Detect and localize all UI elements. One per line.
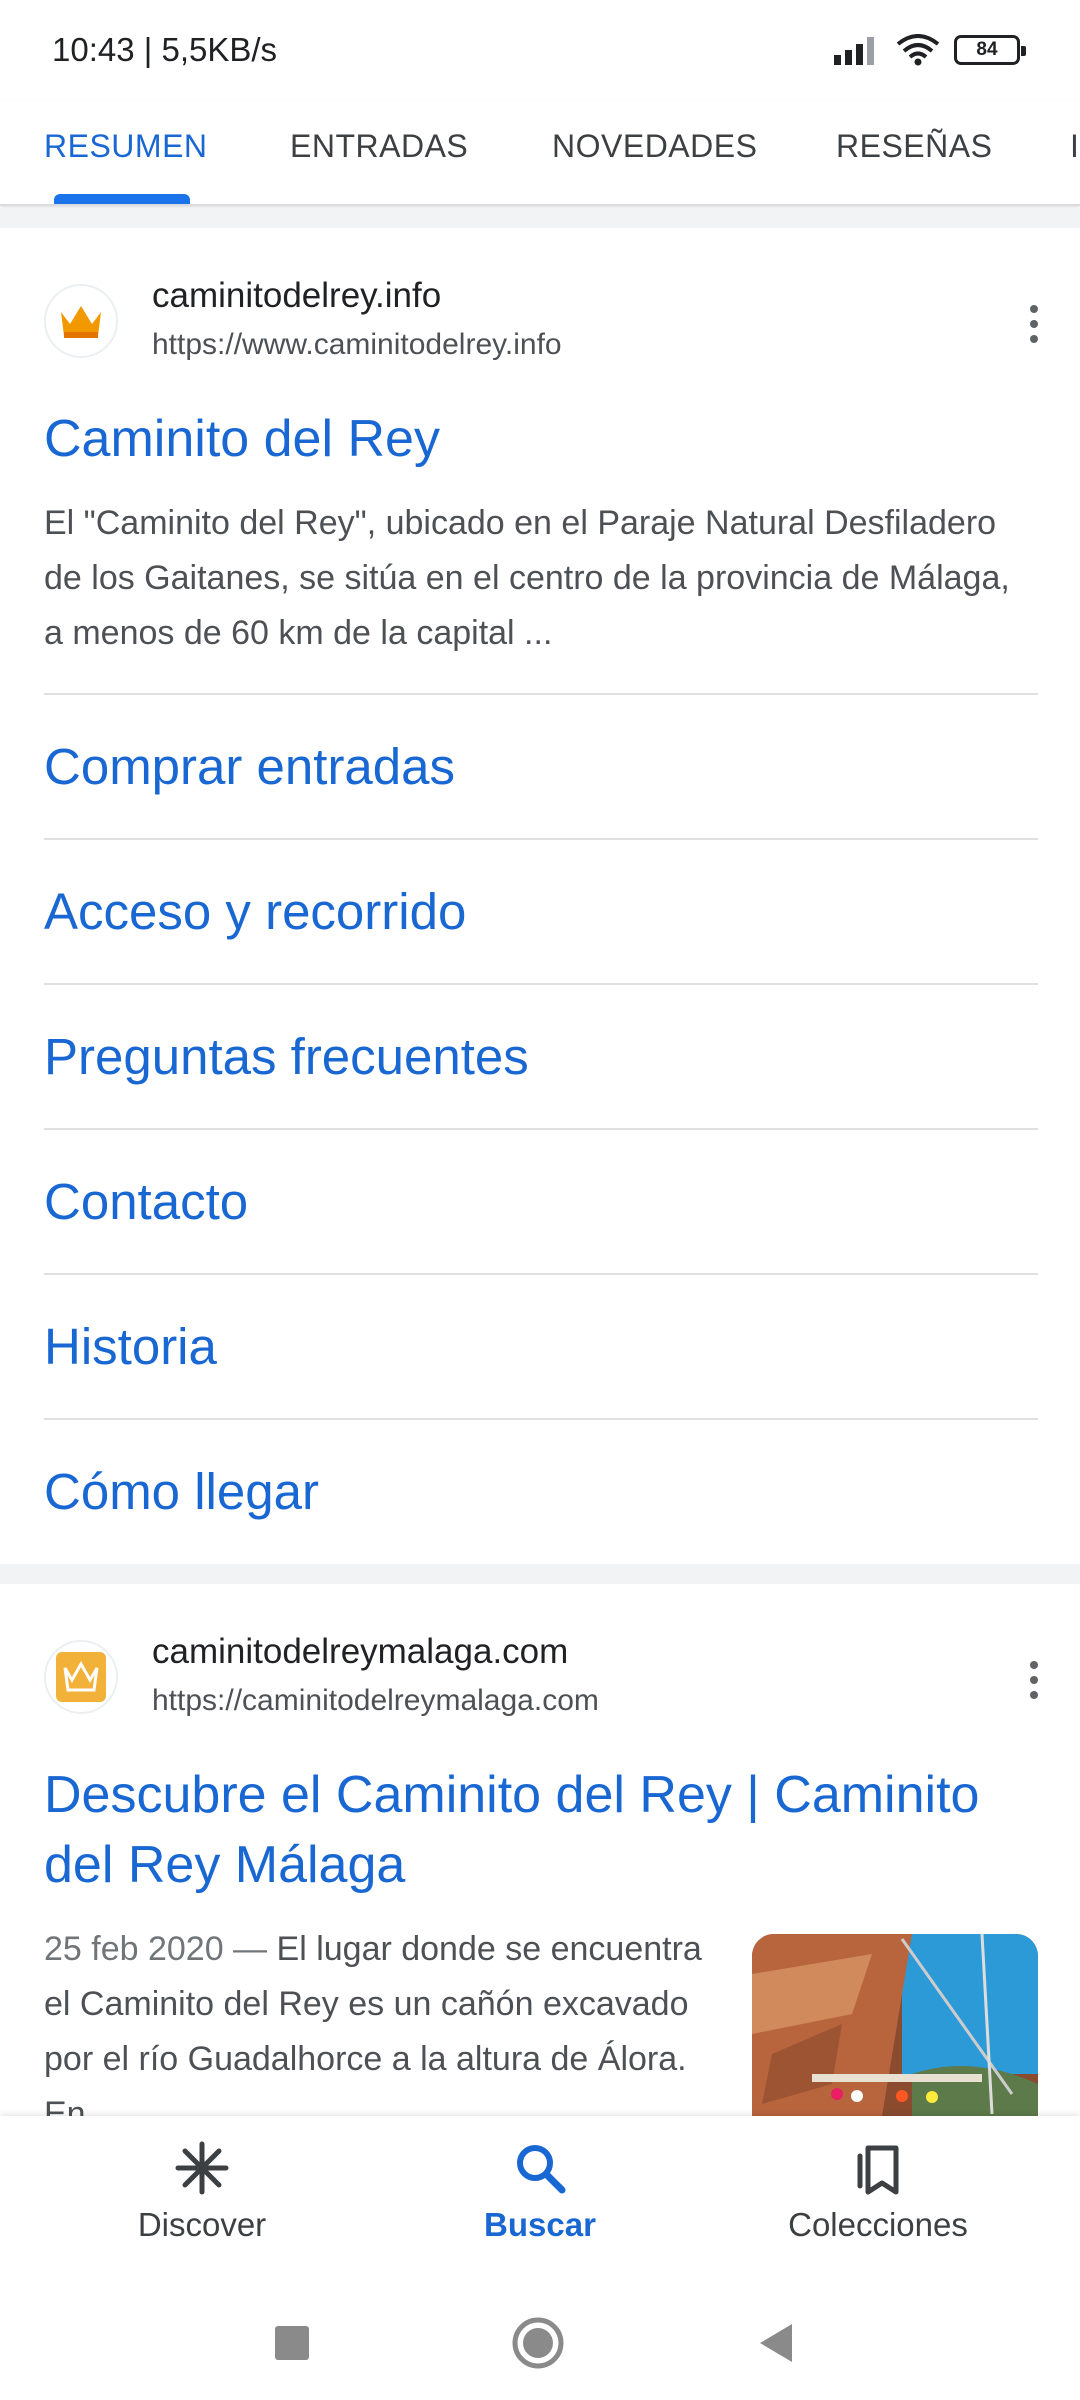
- recent-apps-icon[interactable]: [272, 2316, 312, 2370]
- result-title[interactable]: Descubre el Caminito del Rey | Caminito …: [44, 1760, 1036, 1900]
- crown-favicon-icon: [44, 284, 118, 358]
- battery-icon: 84: [954, 35, 1026, 65]
- tab-resenas[interactable]: RESEÑAS: [836, 128, 992, 165]
- sitelink-label: Contacto: [44, 1173, 249, 1230]
- result-snippet: El "Caminito del Rey", ubicado en el Par…: [44, 504, 1010, 652]
- site-name[interactable]: caminitodelreymalaga.com: [152, 1632, 568, 1672]
- site-name[interactable]: caminitodelrey.info: [152, 276, 441, 316]
- active-tab-indicator: [54, 194, 190, 204]
- nav-colecciones[interactable]: Colecciones: [758, 2140, 998, 2244]
- asterisk-icon: [175, 2141, 229, 2195]
- nav-buscar[interactable]: Buscar: [420, 2140, 660, 2244]
- result-snippet: 25 feb 2020 — El lugar donde se encuentr…: [44, 1922, 724, 2116]
- system-navigation-bar: [0, 2286, 1080, 2400]
- sitelink-acceso-recorrido[interactable]: Acceso y recorrido: [44, 838, 1038, 983]
- signal-icon: [834, 37, 874, 65]
- site-url[interactable]: https://caminitodelreymalaga.com: [152, 1684, 599, 1718]
- site-url[interactable]: https://www.caminitodelrey.info: [152, 328, 562, 362]
- separator-band: [0, 1564, 1080, 1584]
- nav-label: Colecciones: [788, 2206, 968, 2243]
- status-icons: 84: [832, 34, 1026, 66]
- sitelink-contacto[interactable]: Contacto: [44, 1128, 1038, 1273]
- nav-label: Discover: [137, 2206, 267, 2243]
- battery-level: 84: [976, 39, 998, 60]
- result-tabs: RESUMEN ENTRADAS NOVEDADES RESEÑAS I: [0, 100, 1080, 206]
- sitelink-label: Comprar entradas: [44, 738, 456, 795]
- search-icon: [517, 2145, 566, 2194]
- home-icon[interactable]: [510, 2316, 566, 2370]
- status-bar: 10:43 | 5,5KB/s 84: [0, 0, 1080, 100]
- bottom-navigation: Discover Buscar Colecciones: [0, 2116, 1080, 2286]
- search-result-1: caminitodelrey.info https://www.caminito…: [0, 228, 1080, 1564]
- tab-next[interactable]: I: [1070, 128, 1079, 165]
- sitelink-como-llegar[interactable]: Cómo llegar: [44, 1418, 1038, 1563]
- search-result-2: caminitodelreymalaga.com https://caminit…: [0, 1584, 1080, 2116]
- sitelink-label: Cómo llegar: [44, 1463, 319, 1520]
- more-options-icon[interactable]: [1014, 1650, 1054, 1710]
- back-icon[interactable]: [756, 2316, 796, 2370]
- tab-entradas[interactable]: ENTRADAS: [290, 128, 468, 165]
- status-time: 10:43 | 5,5KB/s: [52, 31, 278, 68]
- sitelink-label: Historia: [44, 1318, 217, 1375]
- wifi-icon: [896, 34, 940, 66]
- crown-favicon-icon: [44, 1640, 118, 1714]
- sitelink-preguntas-frecuentes[interactable]: Preguntas frecuentes: [44, 983, 1038, 1128]
- nav-label: Buscar: [484, 2206, 596, 2243]
- sitelink-comprar-entradas[interactable]: Comprar entradas: [44, 693, 1038, 838]
- tab-novedades[interactable]: NOVEDADES: [552, 128, 757, 165]
- sitelink-label: Acceso y recorrido: [44, 883, 467, 940]
- result-date: 25 feb 2020 —: [44, 1930, 268, 1968]
- sitelink-historia[interactable]: Historia: [44, 1273, 1038, 1418]
- result-thumbnail[interactable]: [752, 1934, 1038, 2116]
- nav-discover[interactable]: Discover: [82, 2140, 322, 2244]
- sitelink-label: Preguntas frecuentes: [44, 1028, 529, 1085]
- bookmarks-icon: [857, 2145, 899, 2195]
- separator-band: [0, 208, 1080, 228]
- more-options-icon[interactable]: [1014, 294, 1054, 354]
- tab-resumen[interactable]: RESUMEN: [44, 128, 208, 165]
- result-title[interactable]: Caminito del Rey: [44, 404, 1036, 474]
